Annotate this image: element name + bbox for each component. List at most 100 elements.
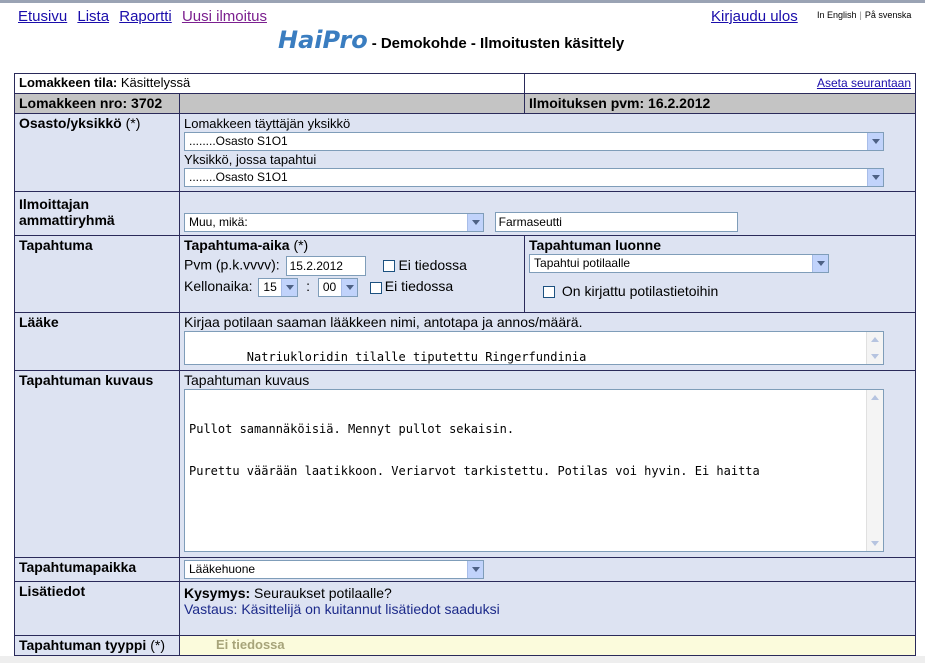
chevron-down-icon[interactable]	[281, 279, 298, 296]
description-sub-label: Tapahtuman kuvaus	[184, 372, 310, 388]
chevron-down-icon[interactable]	[812, 255, 829, 272]
form-status-label: Lomakkeen tila:	[19, 75, 118, 90]
extra-question-label: Kysymys:	[184, 585, 251, 601]
profession-value: Muu, mikä:	[189, 214, 248, 229]
date-unknown-label: Ei tiedossa	[398, 256, 467, 273]
type-value[interactable]: Ei tiedossa	[178, 635, 917, 656]
chevron-down-icon[interactable]	[467, 561, 483, 578]
filler-unit-select[interactable]: ........Osasto S1O1	[184, 132, 884, 151]
report-date: Ilmoituksen pvm: 16.2.2012	[524, 93, 917, 114]
filler-unit-label: Lomakkeen täyttäjän yksikkö	[184, 116, 351, 131]
drug-textarea-scrollbar[interactable]	[866, 332, 883, 364]
unit-fields: Lomakkeen täyttäjän yksikkö ........Osas…	[178, 113, 917, 192]
event-unit-label: Yksikkö, jossa tapahtui	[184, 152, 317, 167]
event-nature-select[interactable]: Tapahtui potilaalle	[529, 254, 830, 273]
profession-label: Ilmoittajan ammattiryhmä	[14, 191, 180, 236]
description-line-2: Purettu väärään laatikkoon. Veriarvot ta…	[189, 464, 760, 478]
bottom-edge	[0, 656, 925, 663]
profession-other-input[interactable]: Farmaseutti	[494, 212, 738, 232]
description-fields: Tapahtuman kuvaus Pullot samannäköisiä. …	[178, 370, 917, 558]
extra-label: Lisätiedot	[14, 581, 180, 636]
hour-value: 15	[263, 280, 277, 294]
description-textarea[interactable]: Pullot samannäköisiä. Mennyt pullot seka…	[184, 389, 884, 552]
event-nature-fields: Tapahtuman luonne Tapahtui potilaalle On…	[524, 235, 917, 313]
lang-english-link[interactable]: In English	[817, 10, 857, 20]
nav-new-report-link[interactable]: Uusi ilmoitus	[182, 8, 267, 25]
form-number-spacer	[178, 93, 526, 114]
drug-instructions: Kirjaa potilaan saaman lääkkeen nimi, an…	[184, 314, 583, 330]
date-unknown-checkbox-wrap[interactable]: Ei tiedossa	[383, 256, 467, 273]
extra-question: Seuraukset potilaalle?	[254, 585, 392, 601]
main-nav: Etusivu Lista Raportti Uusi ilmoitus	[18, 8, 273, 25]
page-title: HaiPro - Demokohde - Ilmoitusten käsittel…	[278, 26, 624, 54]
drug-textarea[interactable]: Natriukloridin tilalle tiputettu Ringerf…	[184, 331, 884, 365]
chevron-down-icon[interactable]	[867, 133, 883, 150]
unit-required-mark: (*)	[125, 115, 141, 131]
minute-value: 00	[322, 280, 337, 294]
extra-question-row: Kysymys: Seuraukset potilaalle?	[184, 585, 911, 601]
lang-separator: |	[859, 10, 862, 20]
description-line-1: Pullot samannäköisiä. Mennyt pullot seka…	[189, 422, 515, 436]
event-date-input[interactable]: 15.2.2012	[285, 256, 366, 276]
profession-select[interactable]: Muu, mikä:	[184, 212, 484, 232]
type-label-cell: Tapahtuman tyyppi (*)	[14, 635, 180, 656]
minute-select[interactable]: 00	[317, 278, 358, 297]
extra-answer: Käsittelijä on kuitannut lisätiedot saad…	[241, 601, 500, 617]
place-select[interactable]: Lääkehuone	[184, 560, 484, 579]
unit-label-cell: Osasto/yksikkö (*)	[14, 113, 180, 192]
hour-select[interactable]: 15	[258, 278, 299, 297]
chevron-down-icon[interactable]	[867, 169, 883, 186]
form-status-value: Käsittelyssä	[120, 75, 191, 90]
time-unknown-checkbox[interactable]	[369, 281, 382, 294]
page-subtitle: - Demokohde - Ilmoitusten käsittely	[371, 35, 625, 52]
event-date-row: Pvm (p.k.vvvv): 15.2.2012 Ei tiedossa	[184, 256, 520, 276]
form-status-cell: Lomakkeen tila: Käsittelyssä	[13, 73, 526, 94]
window-top-border	[0, 0, 925, 3]
time-unknown-label: Ei tiedossa	[384, 278, 454, 295]
set-follow-link[interactable]: Aseta seurantaan	[817, 76, 911, 90]
report-form: Lomakkeen tila: Käsittelyssä Aseta seura…	[13, 73, 917, 656]
chevron-down-icon[interactable]	[467, 213, 483, 231]
event-date-label: Pvm (p.k.vvvv):	[184, 256, 280, 273]
description-label: Tapahtuman kuvaus	[14, 370, 180, 558]
lang-swedish-link[interactable]: På svenska	[865, 10, 912, 20]
event-time-fields: Tapahtuma-aika (*) Pvm (p.k.vvvv): 15.2.…	[178, 235, 526, 313]
follow-cell: Aseta seurantaan	[524, 73, 917, 94]
event-nature-value: Tapahtui potilaalle	[534, 256, 631, 270]
nav-home-link[interactable]: Etusivu	[18, 8, 67, 25]
chevron-down-icon[interactable]	[340, 279, 357, 296]
type-required-mark: (*)	[150, 637, 165, 653]
language-switcher: In English | På svenska	[817, 10, 911, 20]
place-label: Tapahtumapaikka	[14, 557, 180, 582]
event-label: Tapahtuma	[14, 235, 180, 313]
event-time-label: Tapahtuma-aika	[184, 237, 290, 253]
date-unknown-checkbox[interactable]	[383, 260, 396, 272]
event-unit-value: ........Osasto S1O1	[189, 170, 288, 184]
event-clock-row: Kellonaika: 15 : 00 Ei tiedossa	[184, 278, 520, 297]
time-unknown-checkbox-wrap[interactable]: Ei tiedossa	[369, 278, 454, 295]
unit-label: Osasto/yksikkö	[19, 115, 122, 131]
patient-record-checkbox[interactable]	[543, 286, 556, 299]
event-time-heading: Tapahtuma-aika (*)	[184, 237, 520, 253]
drug-label: Lääke	[14, 312, 180, 371]
place-fields: Lääkehuone	[178, 557, 917, 582]
event-unit-select[interactable]: ........Osasto S1O1	[184, 168, 884, 187]
nav-report-link[interactable]: Raportti	[119, 8, 172, 25]
event-time-required: (*)	[293, 237, 309, 253]
drug-text: Natriukloridin tilalle tiputettu Ringerf…	[246, 350, 587, 364]
extra-fields: Kysymys: Seuraukset potilaalle? Vastaus:…	[178, 581, 917, 636]
form-number: Lomakkeen nro: 3702	[14, 93, 180, 114]
patient-record-label: On kirjattu potilastietoihin	[561, 283, 719, 299]
description-textarea-scrollbar[interactable]	[866, 390, 883, 551]
filler-unit-value: ........Osasto S1O1	[189, 134, 288, 148]
haipro-logo: HaiPro	[278, 26, 368, 54]
event-clock-label: Kellonaika:	[184, 278, 253, 295]
patient-record-checkbox-wrap[interactable]: On kirjattu potilastietoihin	[543, 283, 911, 299]
drug-fields: Kirjaa potilaan saaman lääkkeen nimi, an…	[178, 312, 917, 371]
type-label: Tapahtuman tyyppi	[19, 637, 147, 653]
logout-link[interactable]: Kirjaudu ulos	[711, 8, 798, 25]
nav-list-link[interactable]: Lista	[77, 8, 109, 25]
extra-answer-row: Vastaus: Käsittelijä on kuitannut lisäti…	[184, 601, 911, 617]
time-separator: :	[302, 278, 314, 295]
place-value: Lääkehuone	[189, 562, 256, 576]
